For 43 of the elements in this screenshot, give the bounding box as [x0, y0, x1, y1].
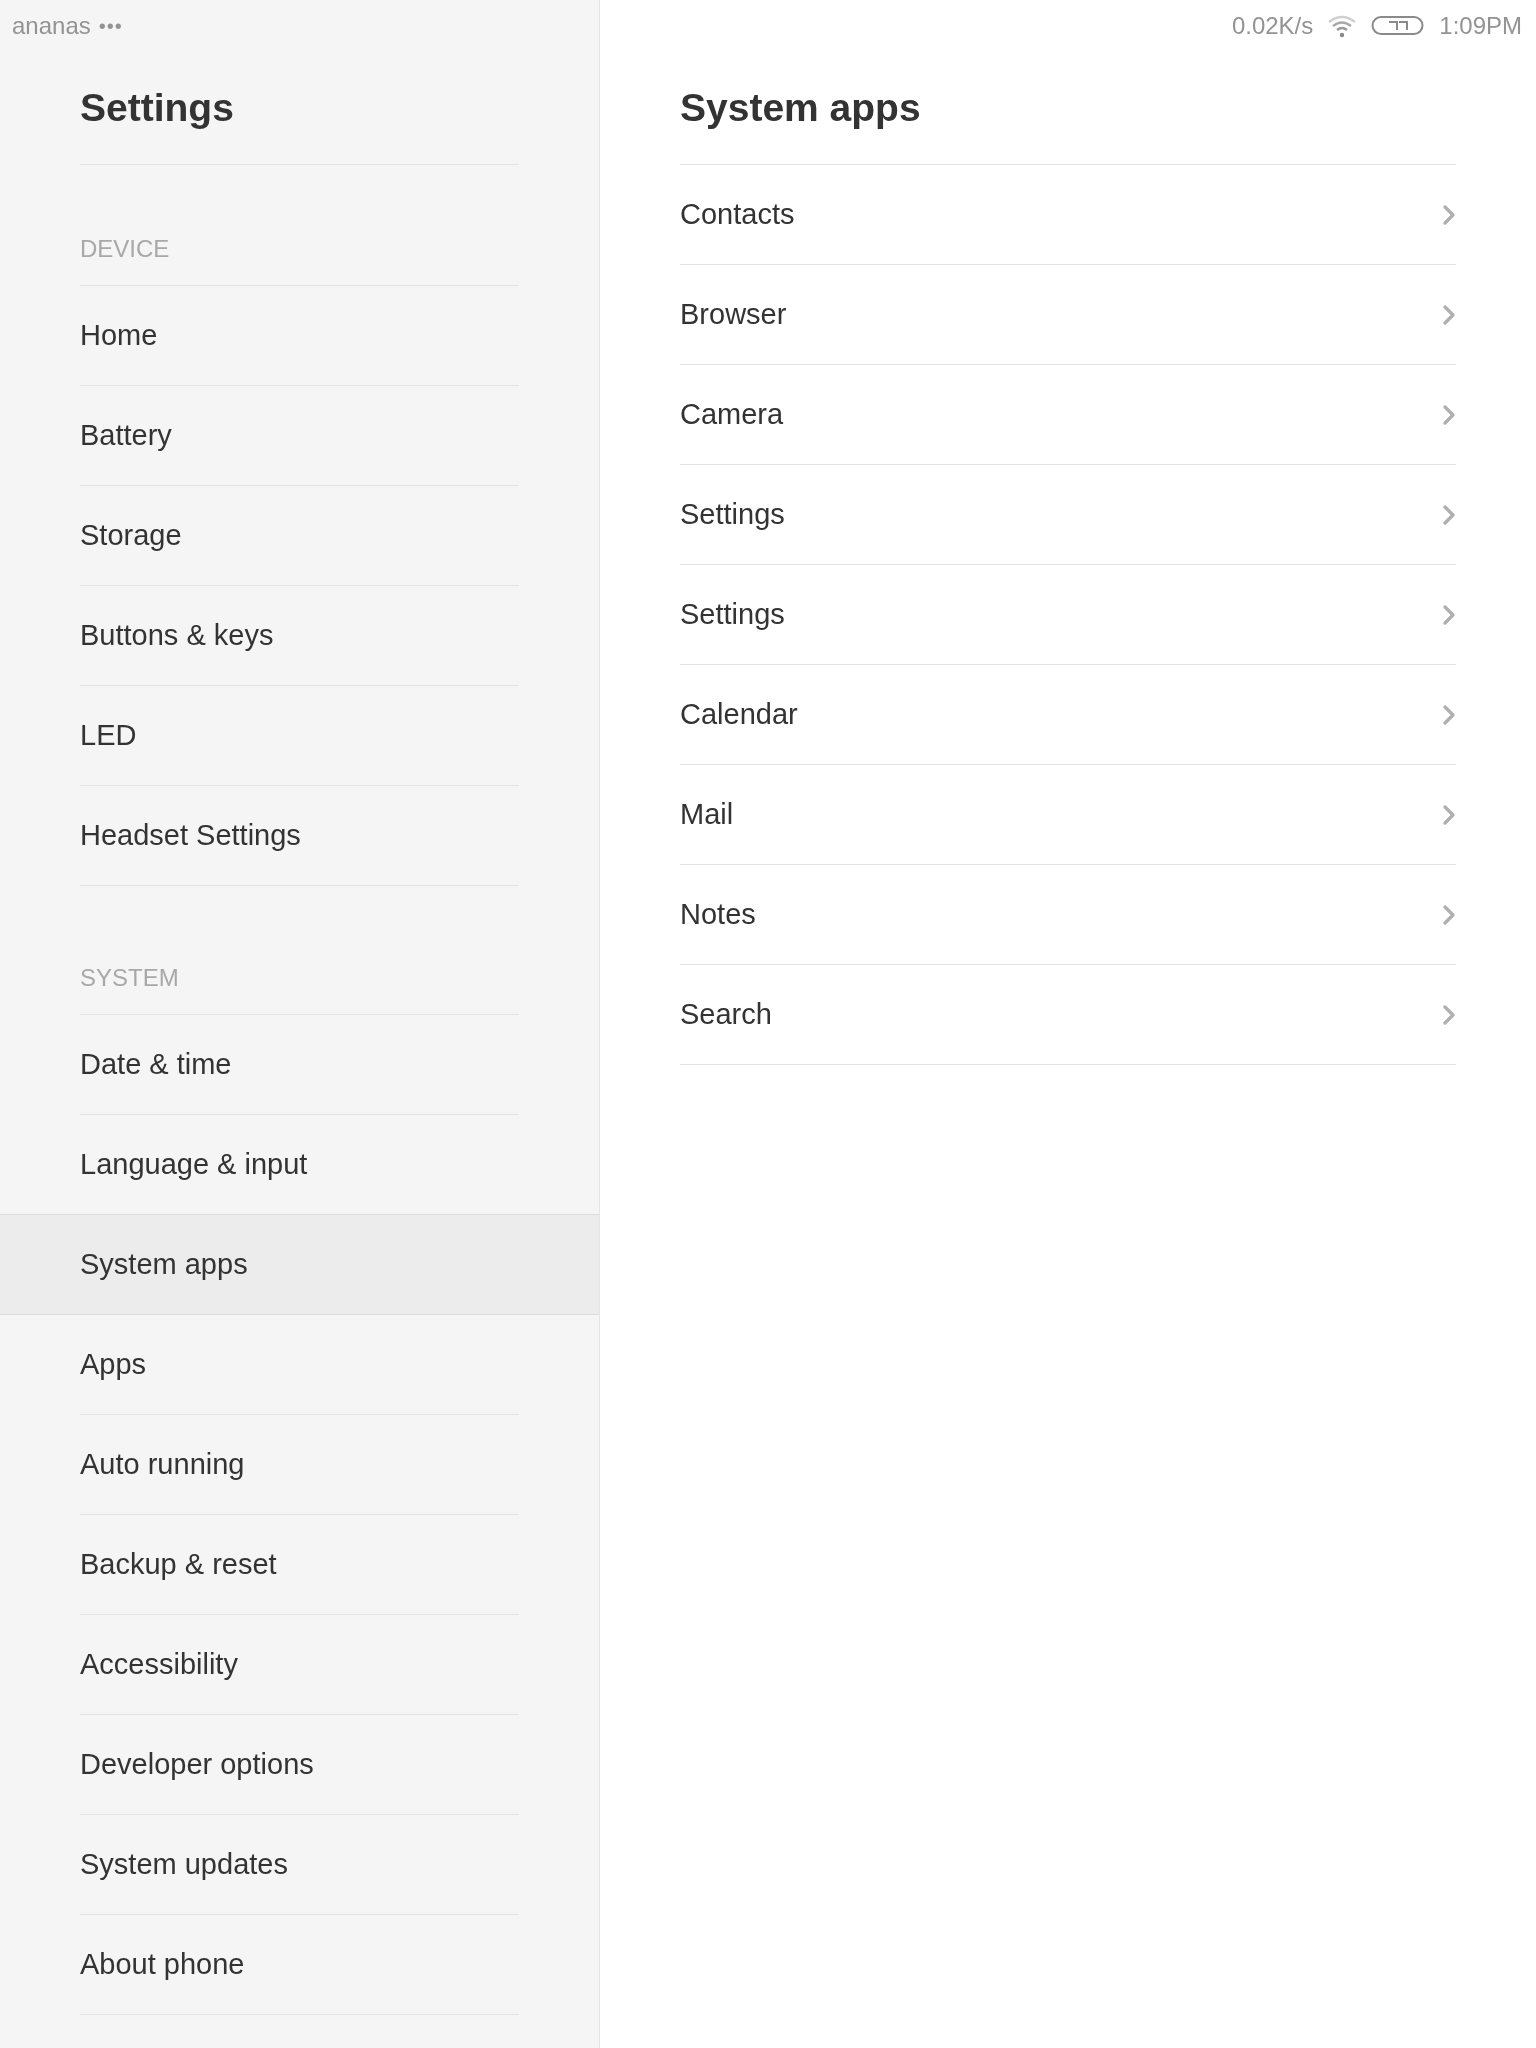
- app-list-item[interactable]: Notes: [680, 865, 1456, 965]
- chevron-right-icon: [1442, 503, 1456, 526]
- sidebar-item[interactable]: LED: [0, 686, 599, 786]
- wifi-icon: [1327, 14, 1358, 38]
- sidebar-item[interactable]: Accessibility: [0, 1615, 599, 1715]
- app-list-item[interactable]: Calendar: [680, 665, 1456, 765]
- sidebar-item[interactable]: Headset Settings: [0, 786, 599, 886]
- app-list-item[interactable]: Contacts: [680, 165, 1456, 265]
- chevron-right-icon: [1442, 803, 1456, 826]
- app-list-item[interactable]: Camera: [680, 365, 1456, 465]
- sidebar-item[interactable]: Backup & reset: [0, 1515, 599, 1615]
- sidebar-item[interactable]: Developer options: [0, 1715, 599, 1815]
- battery-icon: [1371, 15, 1426, 37]
- app-list-item[interactable]: Settings: [680, 465, 1456, 565]
- sidebar-item[interactable]: Date & time: [0, 1015, 599, 1115]
- network-speed: 0.02K/s: [1231, 12, 1314, 40]
- page-title: System apps: [680, 86, 921, 130]
- sidebar-item[interactable]: Auto running: [0, 1415, 599, 1515]
- clock-time: 1:09PM: [1439, 12, 1522, 40]
- sidebar-item[interactable]: Battery: [0, 386, 599, 486]
- sidebar-item[interactable]: About phone: [0, 1915, 599, 2015]
- section-header: SYSTEM: [80, 964, 179, 992]
- chevron-right-icon: [1442, 603, 1456, 626]
- chevron-right-icon: [1442, 403, 1456, 426]
- sidebar-item[interactable]: Home: [0, 286, 599, 386]
- carrier-name: ananas: [12, 12, 91, 40]
- section-header: DEVICE: [80, 235, 170, 263]
- sidebar-title: Settings: [80, 86, 234, 130]
- chevron-right-icon: [1442, 203, 1456, 226]
- app-list-item[interactable]: Search: [680, 965, 1456, 1065]
- chevron-right-icon: [1442, 703, 1456, 726]
- chevron-right-icon: [1442, 303, 1456, 326]
- chevron-right-icon: [1442, 1003, 1456, 1026]
- app-list-item[interactable]: Mail: [680, 765, 1456, 865]
- sidebar-item[interactable]: Storage: [0, 486, 599, 586]
- sidebar-item[interactable]: System updates: [0, 1815, 599, 1915]
- sidebar-item[interactable]: System apps: [0, 1214, 599, 1315]
- chevron-right-icon: [1442, 903, 1456, 926]
- sidebar-item[interactable]: Buttons & keys: [0, 586, 599, 686]
- app-list-item[interactable]: Browser: [680, 265, 1456, 365]
- sidebar-item[interactable]: Apps: [0, 1315, 599, 1415]
- app-list-item[interactable]: Settings: [680, 565, 1456, 665]
- notification-dots: •••: [98, 14, 123, 38]
